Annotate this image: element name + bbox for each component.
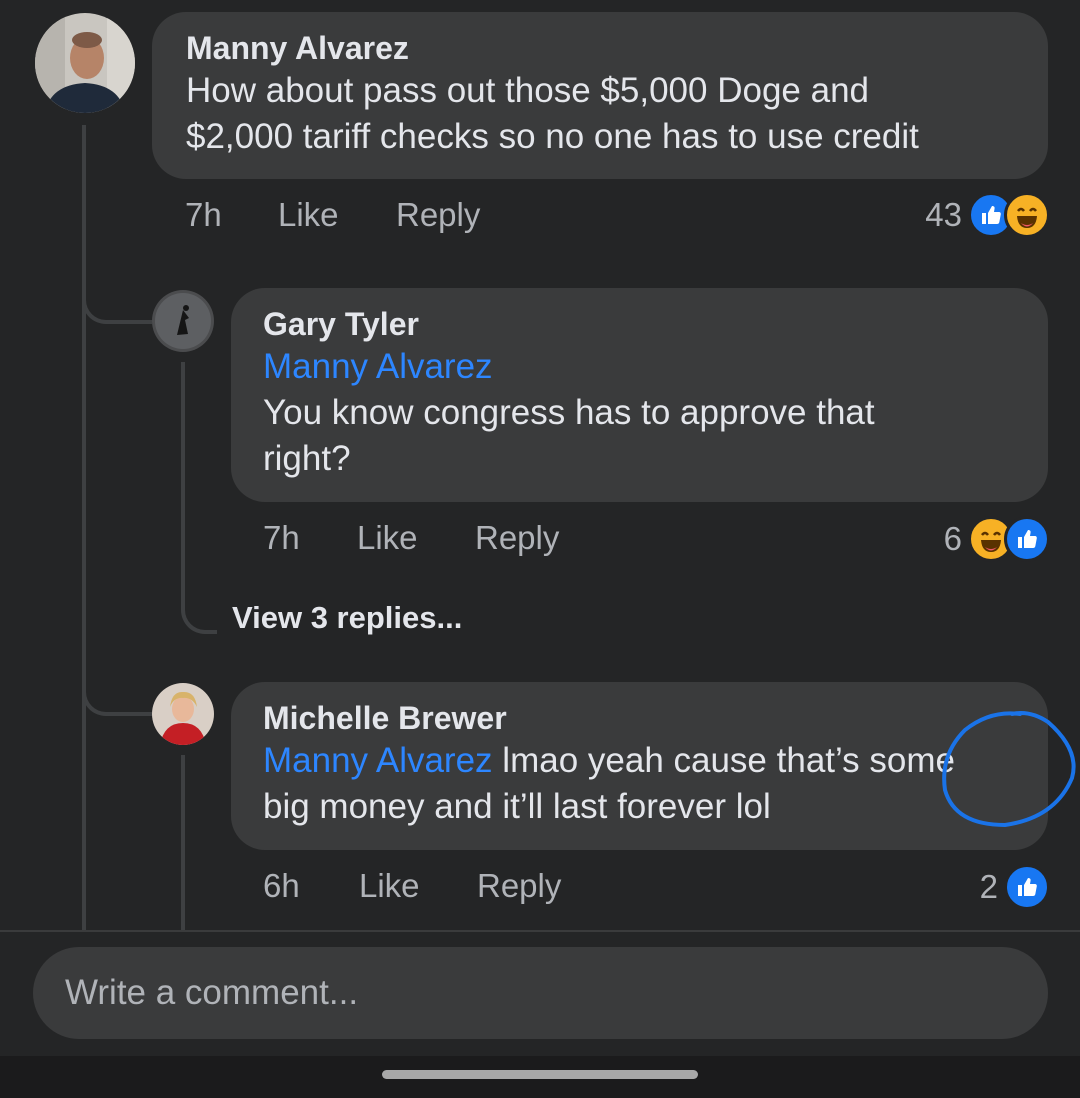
comment-text-line: Manny Alvarez lmao yeah cause that’s som…	[263, 738, 1016, 784]
comment-text-line: How about pass out those $5,000 Doge and	[186, 71, 869, 110]
avatar-manny-alvarez[interactable]	[35, 13, 135, 113]
thread-connector-gary-replies	[181, 362, 217, 634]
comment-author[interactable]: Gary Tyler	[263, 304, 1016, 344]
comment-bubble-michelle: Michelle Brewer Manny Alvarez lmao yeah …	[231, 682, 1048, 850]
like-reaction-icon	[1004, 516, 1050, 562]
comment-text-line: $2,000 tariff checks so no one has to us…	[186, 117, 919, 156]
timestamp[interactable]: 7h	[185, 195, 222, 235]
comment-actions-gary: 7h Like Reply	[263, 518, 763, 558]
reaction-count: 2	[979, 868, 998, 905]
comment-author[interactable]: Michelle Brewer	[263, 698, 1016, 738]
reaction-summary-gary[interactable]: 6	[944, 516, 1050, 562]
mention-link[interactable]: Manny Alvarez	[263, 741, 493, 780]
timestamp[interactable]: 6h	[263, 866, 300, 906]
reply-button[interactable]: Reply	[477, 866, 561, 906]
like-reaction-icon	[1004, 864, 1050, 910]
thread-line-michelle	[181, 755, 185, 930]
hand-drawn-circle-annotation	[942, 711, 1076, 828]
comment-input-placeholder: Write a comment...	[65, 973, 359, 1012]
comment-text: How about pass out those $5,000 Doge and…	[186, 68, 1014, 160]
reply-button[interactable]: Reply	[475, 518, 559, 558]
comment-text-fragment: lmao yeah cause that’s some	[502, 741, 955, 780]
reaction-count: 43	[925, 196, 962, 233]
like-button[interactable]: Like	[278, 195, 339, 235]
comment-text: Manny Alvarez lmao yeah cause that’s som…	[263, 738, 1016, 830]
comment-actions-manny: 7h Like Reply	[185, 195, 685, 235]
write-comment-input[interactable]: Write a comment...	[33, 947, 1048, 1039]
thread-connector-michelle	[82, 672, 152, 716]
reaction-summary-manny[interactable]: 43	[925, 192, 1050, 238]
comment-text-line: You know congress has to approve that	[263, 393, 875, 432]
reaction-summary-michelle[interactable]: 2	[980, 864, 1050, 910]
mention-link[interactable]: Manny Alvarez	[263, 344, 1016, 390]
comment-text-line: big money and it’ll last forever lol	[263, 787, 771, 826]
comment-bubble-manny: Manny Alvarez How about pass out those $…	[152, 12, 1048, 179]
haha-reaction-icon	[1004, 192, 1050, 238]
thread-line-main	[82, 125, 86, 930]
composer-divider	[0, 930, 1080, 932]
comment-actions-michelle: 6h Like Reply	[263, 866, 763, 906]
comment-bubble-gary: Gary Tyler Manny Alvarez You know congre…	[231, 288, 1048, 502]
like-button[interactable]: Like	[359, 866, 420, 906]
thread-connector-gary	[82, 280, 152, 324]
comment-author[interactable]: Manny Alvarez	[186, 28, 1014, 68]
avatar-gary-tyler[interactable]	[152, 290, 214, 352]
reaction-count: 6	[943, 520, 962, 557]
comment-text: Manny Alvarez You know congress has to a…	[263, 344, 1016, 482]
comment-text-line: right?	[263, 439, 351, 478]
avatar-michelle-brewer[interactable]	[152, 683, 214, 745]
home-gesture-handle[interactable]	[382, 1070, 698, 1079]
like-button[interactable]: Like	[357, 518, 418, 558]
view-replies-link[interactable]: View 3 replies...	[232, 600, 462, 636]
system-navigation-bar	[0, 1056, 1080, 1098]
timestamp[interactable]: 7h	[263, 518, 300, 558]
reply-button[interactable]: Reply	[396, 195, 480, 235]
